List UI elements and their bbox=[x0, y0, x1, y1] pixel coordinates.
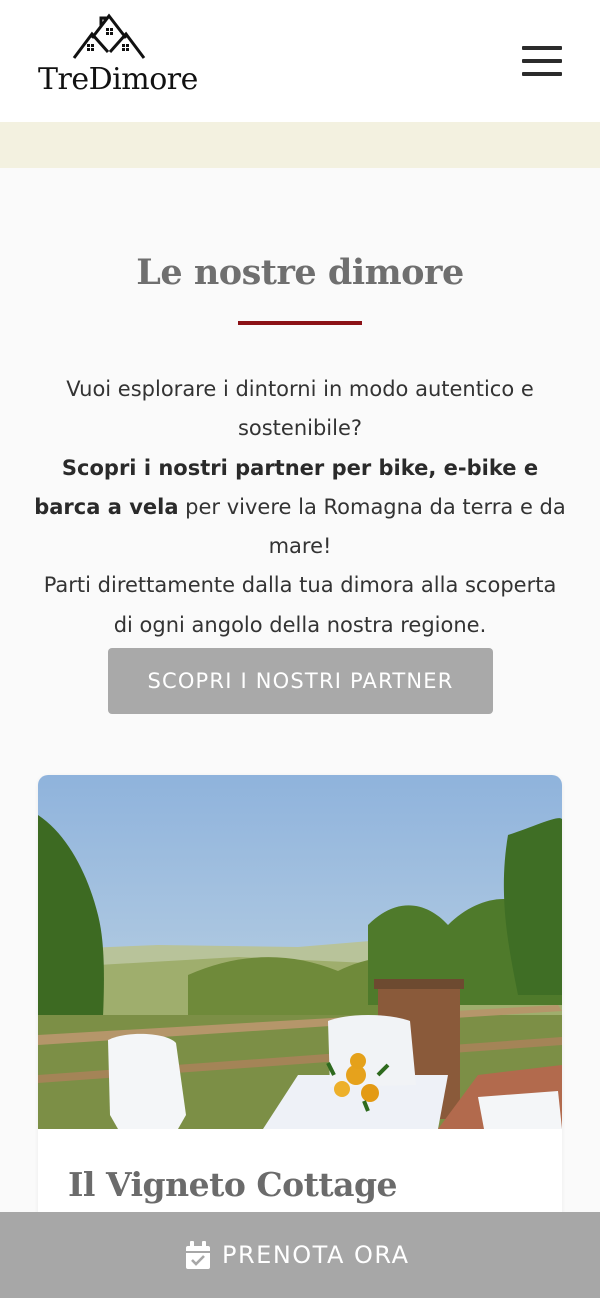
logo-text: TreDimore bbox=[38, 62, 198, 97]
header-band bbox=[0, 122, 600, 168]
property-card[interactable]: Il Vigneto Cottage bbox=[38, 775, 562, 1245]
hamburger-menu-icon[interactable] bbox=[520, 44, 564, 78]
section-title: Le nostre dimore bbox=[136, 252, 464, 293]
book-now-label: PRENOTA ORA bbox=[222, 1241, 410, 1269]
intro-line-3: Parti direttamente dalla tua dimora alla… bbox=[43, 573, 557, 637]
title-divider bbox=[238, 321, 362, 325]
site-logo[interactable]: TreDimore bbox=[36, 12, 198, 98]
site-header: TreDimore bbox=[0, 0, 600, 122]
calendar-check-icon bbox=[186, 1241, 210, 1269]
book-now-content: PRENOTA ORA bbox=[186, 1239, 410, 1271]
intro-text: Vuoi esplorare i dintorni in modo autent… bbox=[32, 370, 568, 645]
property-photo[interactable] bbox=[38, 775, 562, 1129]
property-title[interactable]: Il Vigneto Cottage bbox=[68, 1165, 398, 1204]
intro-line-2: per vivere la Romagna da terra e da mare… bbox=[178, 494, 566, 559]
main-content: Le nostre dimore Vuoi esplorare i dintor… bbox=[0, 168, 600, 1298]
intro-line-1: Vuoi esplorare i dintorni in modo autent… bbox=[66, 377, 534, 441]
book-now-button[interactable]: PRENOTA ORA bbox=[0, 1212, 600, 1298]
three-houses-icon bbox=[72, 13, 146, 59]
discover-partners-button[interactable]: SCOPRI I NOSTRI PARTNER bbox=[108, 648, 493, 714]
